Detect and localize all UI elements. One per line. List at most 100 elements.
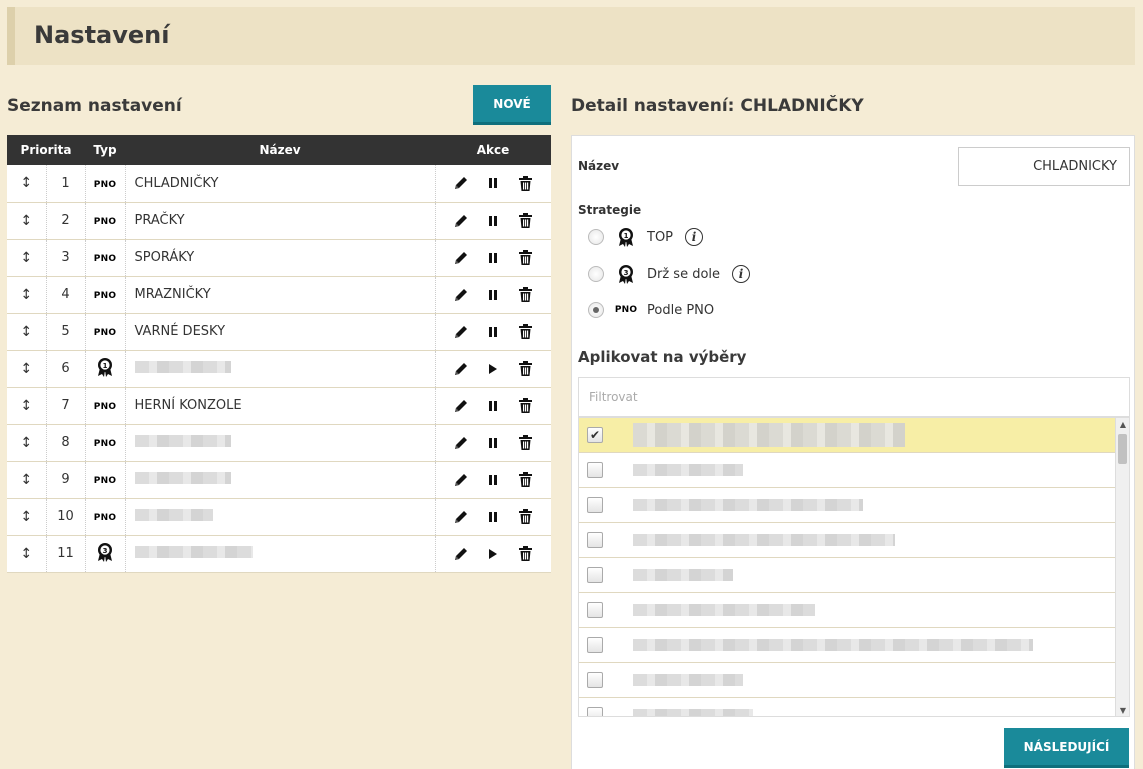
row-actions [434,461,551,499]
scroll-thumb[interactable] [1118,434,1127,464]
checkbox-checked[interactable]: ✔ [587,427,603,443]
edit-icon[interactable] [452,434,470,452]
edit-icon[interactable] [452,212,470,230]
pause-icon[interactable] [484,397,502,415]
info-icon[interactable]: i [685,228,704,246]
edit-icon[interactable] [452,323,470,341]
radio-bottom[interactable] [588,266,604,282]
trash-icon[interactable] [516,212,534,230]
drag-handle-icon[interactable]: ↕ [7,239,47,277]
trash-icon[interactable] [516,545,534,563]
list-item[interactable] [579,453,1129,488]
drag-handle-icon[interactable]: ↕ [7,424,47,462]
play-icon[interactable] [484,360,502,378]
apply-label: Aplikovat na výběry [578,348,747,366]
pause-icon[interactable] [484,174,502,192]
drag-handle-icon[interactable]: ↕ [7,387,47,425]
edit-icon[interactable] [452,249,470,267]
row-name-cell[interactable] [125,498,435,536]
checkbox[interactable] [587,497,603,513]
radio-pno[interactable] [588,302,604,318]
checkbox[interactable] [587,602,603,618]
radio-top[interactable] [588,229,604,245]
detail-panel: Název Strategie 1 TOP i 3 Drž se dole i … [571,135,1135,769]
trash-icon[interactable] [516,286,534,304]
drag-handle-icon[interactable]: ↕ [7,165,47,203]
row-name-cell[interactable]: MRAZNIČKY [125,276,435,314]
trash-icon[interactable] [516,434,534,452]
row-name-cell[interactable] [125,424,435,462]
drag-handle-icon[interactable]: ↕ [7,350,47,388]
pause-icon[interactable] [484,434,502,452]
list-item[interactable] [579,558,1129,593]
list-scrollbar[interactable]: ▲ ▼ [1115,418,1129,716]
filter-input[interactable] [578,377,1130,417]
trash-icon[interactable] [516,471,534,489]
trash-icon[interactable] [516,508,534,526]
row-name-cell[interactable]: SPORÁKY [125,239,435,277]
list-item[interactable] [579,523,1129,558]
drag-handle-icon[interactable]: ↕ [7,313,47,351]
row-name: VARNÉ DESKY [134,324,226,339]
row-name-cell[interactable]: PRAČKY [125,202,435,240]
pause-icon[interactable] [484,508,502,526]
list-item[interactable]: ✔ [579,418,1129,453]
new-setting-button[interactable]: NOVÉ [473,85,551,125]
play-icon[interactable] [484,545,502,563]
trash-icon[interactable] [516,360,534,378]
row-name-cell[interactable] [125,461,435,499]
trash-icon[interactable] [516,323,534,341]
list-item[interactable] [579,663,1129,698]
scroll-up-icon[interactable]: ▲ [1118,420,1128,430]
row-name-cell[interactable]: CHLADNIČKY [125,165,435,203]
name-input[interactable] [958,147,1130,186]
trash-icon[interactable] [516,174,534,192]
checkbox[interactable] [587,567,603,583]
strategy-option-pno[interactable]: PNO Podle PNO [588,302,714,318]
checkbox[interactable] [587,707,603,716]
edit-icon[interactable] [452,286,470,304]
checkbox[interactable] [587,672,603,688]
drag-handle-icon[interactable]: ↕ [7,202,47,240]
row-name-cell[interactable] [125,350,435,388]
pause-icon[interactable] [484,471,502,489]
drag-handle-icon[interactable]: ↕ [7,498,47,536]
edit-icon[interactable] [452,360,470,378]
pno-icon: PNO [93,328,117,338]
strategy-option-bottom[interactable]: 3 Drž se dole i [588,264,751,284]
row-name-cell[interactable]: HERNÍ KONZOLE [125,387,435,425]
row-actions [434,165,551,203]
ribbon-badge-3-icon: 3 [96,542,114,566]
row-name-cell[interactable] [125,535,435,573]
checkbox[interactable] [587,532,603,548]
row-priority: 2 [46,202,86,240]
info-icon[interactable]: i [732,265,751,283]
scroll-down-icon[interactable]: ▼ [1118,706,1128,716]
drag-handle-icon[interactable]: ↕ [7,461,47,499]
strategy-option-top[interactable]: 1 TOP i [588,227,704,247]
list-item[interactable] [579,593,1129,628]
edit-icon[interactable] [452,397,470,415]
list-item[interactable] [579,698,1129,716]
edit-icon[interactable] [452,545,470,563]
trash-icon[interactable] [516,397,534,415]
checkbox[interactable] [587,637,603,653]
edit-icon[interactable] [452,471,470,489]
row-actions [434,239,551,277]
drag-handle-icon[interactable]: ↕ [7,535,47,573]
list-item[interactable] [579,488,1129,523]
checkbox[interactable] [587,462,603,478]
drag-handle-icon[interactable]: ↕ [7,276,47,314]
pause-icon[interactable] [484,323,502,341]
pause-icon[interactable] [484,212,502,230]
edit-icon[interactable] [452,174,470,192]
table-row: ↕ 5 PNO VARNÉ DESKY [7,313,551,351]
pause-icon[interactable] [484,286,502,304]
list-item[interactable] [579,628,1129,663]
pause-icon[interactable] [484,249,502,267]
trash-icon[interactable] [516,249,534,267]
row-name-cell[interactable]: VARNÉ DESKY [125,313,435,351]
settings-list-title: Seznam nastavení [7,96,182,116]
next-button[interactable]: NÁSLEDUJÍCÍ [1004,728,1129,768]
edit-icon[interactable] [452,508,470,526]
